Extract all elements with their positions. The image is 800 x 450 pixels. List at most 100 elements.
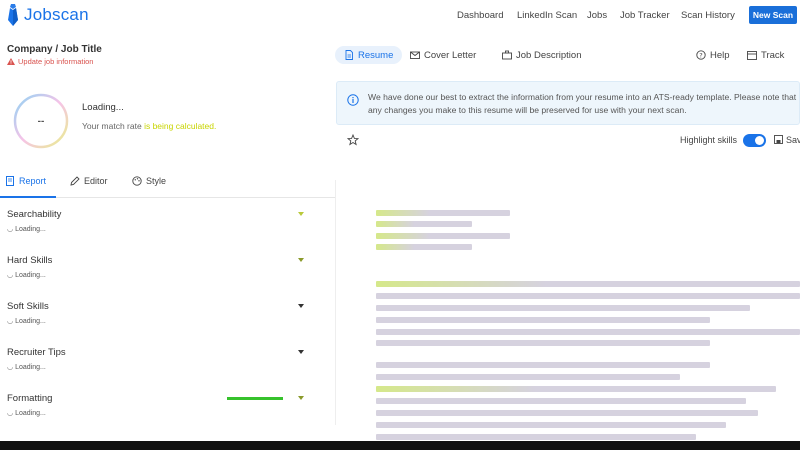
warning-icon: [7, 58, 15, 65]
help-button[interactable]: ? Help: [696, 46, 730, 64]
match-score-value: --: [37, 115, 45, 127]
chevron-down-icon[interactable]: [297, 303, 305, 309]
star-icon[interactable]: [347, 134, 359, 146]
section-status-label: Loading...: [15, 409, 46, 417]
skeleton-line: [376, 305, 750, 311]
skeleton-line: [376, 340, 710, 346]
tab-report-label: Report: [19, 176, 47, 186]
toggle-knob: [755, 136, 764, 145]
section-title: Soft Skills: [7, 301, 49, 312]
help-icon: ?: [696, 50, 706, 60]
bottom-edge: [0, 441, 800, 450]
doc-tab-cover-letter[interactable]: Cover Letter: [410, 46, 476, 64]
info-banner: We have done our best to extract the inf…: [336, 81, 800, 125]
top-navigation: Jobscan Dashboard LinkedIn Scan Jobs Job…: [0, 0, 800, 32]
nav-dashboard[interactable]: Dashboard: [457, 10, 503, 21]
pencil-icon: [70, 176, 80, 186]
skeleton-line: [376, 317, 710, 323]
active-tab-indicator: [0, 196, 56, 198]
skeleton-line: [376, 329, 800, 335]
tab-editor-label: Editor: [84, 176, 108, 186]
spinner-icon: ◡: [7, 318, 14, 325]
score-loading-title: Loading...: [82, 102, 124, 113]
skeleton-line: [376, 386, 776, 392]
job-title: Company / Job Title: [7, 44, 102, 55]
skeleton-line: [376, 281, 800, 287]
section-status: ◡ Loading...: [7, 317, 305, 326]
doc-tab-cover-letter-label: Cover Letter: [424, 49, 477, 61]
spinner-icon: ◡: [7, 364, 14, 371]
doc-tab-job-description-label: Job Description: [516, 49, 582, 61]
section-title: Searchability: [7, 209, 62, 220]
chevron-down-icon[interactable]: [297, 257, 305, 263]
skeleton-line: [376, 398, 746, 404]
info-banner-text: We have done our best to extract the inf…: [368, 92, 797, 115]
report-icon: [6, 176, 14, 186]
skeleton-line: [376, 233, 510, 239]
chevron-down-icon[interactable]: [297, 211, 305, 217]
save-icon[interactable]: [774, 135, 783, 144]
match-rate-prefix: Your match rate: [82, 121, 145, 131]
section-status: ◡ Loading...: [7, 225, 305, 234]
spinner-icon: ◡: [7, 410, 14, 417]
spinner-icon: ◡: [7, 272, 14, 279]
panel-divider: [335, 180, 336, 425]
nav-jobs[interactable]: Jobs: [587, 10, 607, 21]
track-button[interactable]: Track: [747, 46, 784, 64]
nav-job-tracker[interactable]: Job Tracker: [620, 10, 670, 21]
info-icon: [347, 94, 359, 106]
tab-style[interactable]: Style: [132, 176, 166, 186]
envelope-icon: [410, 51, 420, 59]
section-status-label: Loading...: [15, 363, 46, 371]
highlight-skills-toggle[interactable]: [743, 134, 766, 147]
section-formatting[interactable]: Formatting ◡ Loading...: [7, 393, 305, 417]
document-icon: [345, 50, 353, 60]
section-title: Recruiter Tips: [7, 347, 66, 358]
nav-scan-history[interactable]: Scan History: [681, 10, 735, 21]
help-label: Help: [710, 49, 730, 61]
section-status-label: Loading...: [15, 317, 46, 325]
track-icon: [747, 51, 757, 60]
skeleton-line: [376, 293, 800, 299]
save-button[interactable]: Save: [786, 135, 800, 145]
section-title: Hard Skills: [7, 255, 53, 266]
skeleton-line: [376, 210, 510, 216]
section-hard-skills[interactable]: Hard Skills ◡ Loading...: [7, 255, 305, 279]
skeleton-line: [376, 422, 726, 428]
section-status-label: Loading...: [15, 225, 46, 233]
section-searchability[interactable]: Searchability ◡ Loading...: [7, 209, 305, 233]
doc-tab-resume-label: Resume: [358, 49, 394, 61]
update-job-link[interactable]: Update job information: [7, 57, 93, 66]
section-status: ◡ Loading...: [7, 409, 305, 418]
highlight-skills-label: Highlight skills: [680, 135, 738, 145]
skeleton-line: [376, 362, 710, 368]
nav-linkedin-scan[interactable]: LinkedIn Scan: [517, 10, 577, 21]
chevron-down-icon[interactable]: [297, 395, 305, 401]
doc-tab-resume[interactable]: Resume: [335, 46, 403, 64]
section-status-label: Loading...: [15, 271, 46, 279]
new-scan-button[interactable]: New Scan: [749, 6, 797, 24]
tab-editor[interactable]: Editor: [70, 176, 108, 186]
briefcase-icon: [502, 50, 512, 60]
skeleton-line: [376, 434, 696, 440]
tie-logo-icon: [8, 4, 18, 26]
tab-report[interactable]: Report: [5, 176, 46, 186]
report-tabs: Report Editor Style: [0, 170, 335, 198]
section-status: ◡ Loading...: [7, 271, 305, 280]
update-job-label: Update job information: [18, 57, 94, 66]
chevron-down-icon[interactable]: [297, 349, 305, 355]
match-rate-status: Your match rate is being calculated.: [82, 121, 216, 131]
skeleton-line: [376, 410, 758, 416]
svg-text:?: ?: [699, 51, 702, 59]
jobscan-logo[interactable]: Jobscan: [6, 4, 89, 26]
skeleton-line: [376, 221, 472, 227]
tab-style-label: Style: [146, 176, 167, 186]
skeleton-line: [376, 244, 472, 250]
section-progress-bar: [227, 397, 283, 400]
brand-name: Jobscan: [24, 5, 89, 24]
section-recruiter-tips[interactable]: Recruiter Tips ◡ Loading...: [7, 347, 305, 371]
skeleton-line: [376, 374, 680, 380]
spinner-icon: ◡: [7, 226, 14, 233]
doc-tab-job-description[interactable]: Job Description: [502, 46, 581, 64]
section-soft-skills[interactable]: Soft Skills ◡ Loading...: [7, 301, 305, 325]
